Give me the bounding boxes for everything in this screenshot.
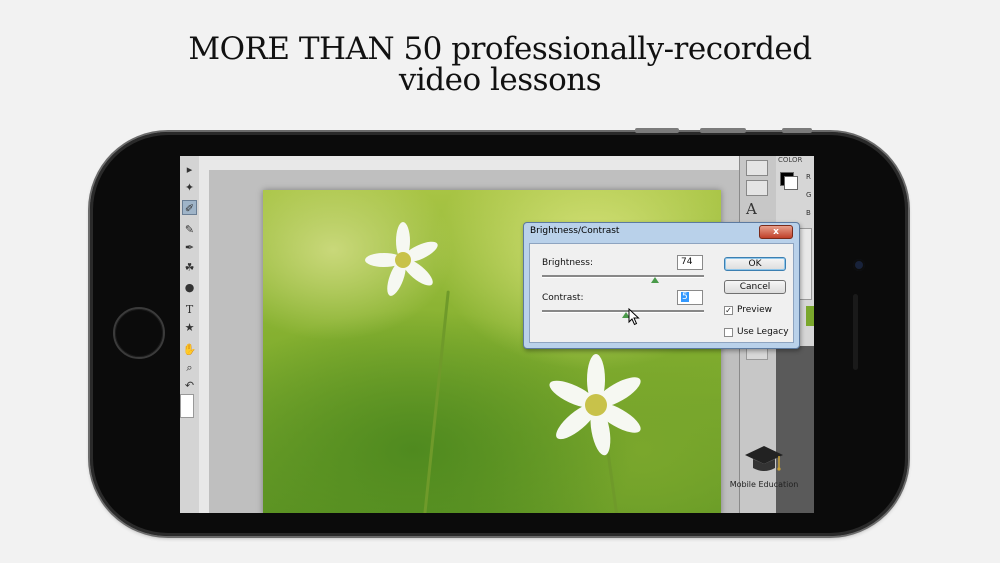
preview-label: Preview [737,305,773,315]
pencil-tool-icon[interactable]: ✒ [182,240,197,255]
zoom-tool-icon[interactable]: ⌕ [182,360,197,375]
brightness-contrast-dialog: Brightness/Contrast x Brightness: 74 Con… [523,222,800,349]
use-legacy-checkbox[interactable] [724,328,733,337]
home-button[interactable] [113,307,165,359]
mouse-cursor-icon [628,308,640,326]
foreground-color-swatch[interactable] [784,176,798,190]
hand-tool-icon[interactable]: ✋ [182,342,197,357]
brightness-slider-track[interactable] [542,275,704,278]
contrast-value: 5 [681,292,689,302]
channel-r-label: R [806,173,811,181]
shape-tool-icon[interactable]: ★ [182,320,197,335]
eyedropper-tool-icon[interactable]: ✐ [182,200,197,215]
type-tool-icon[interactable]: T [182,302,197,317]
horizontal-ruler [199,156,739,171]
preview-checkbox[interactable]: ✓ [724,306,733,315]
graduation-cap-icon [745,446,783,471]
photoshop-toolbar: ▸ ✦ ✐ ✎ ✒ ☘ ● T ★ ✋ ⌕ ↶ [180,156,200,513]
dialog-body: Brightness: 74 Contrast: 5 OK Cancel ✓ P… [529,243,794,343]
volume-up-button [635,128,679,133]
brightness-field[interactable]: 74 [677,255,703,270]
paint-bucket-tool-icon[interactable]: ☘ [182,260,197,275]
headline: MORE THAN 50 professionally-recorded vid… [0,34,1000,96]
ok-button[interactable]: OK [724,257,786,271]
burn-tool-icon[interactable]: ● [182,280,197,295]
power-button [782,128,812,133]
move-tool-icon[interactable]: ▸ [182,162,197,177]
magic-wand-tool-icon[interactable]: ✦ [182,180,197,195]
brightness-label: Brightness: [542,258,593,268]
volume-down-button [700,128,746,133]
contrast-field[interactable]: 5 [677,290,703,305]
brightness-slider-thumb[interactable] [651,277,660,283]
layer-thumbnail[interactable] [806,306,814,326]
white-flower [541,350,651,460]
channel-g-label: G [806,191,812,199]
brush-tool-icon[interactable]: ✎ [182,222,197,237]
swap-colors-icon[interactable]: ↶ [182,378,197,393]
flower-stem [423,290,450,513]
cancel-button[interactable]: Cancel [724,280,786,294]
white-flower [363,220,443,300]
close-button[interactable]: x [759,225,793,239]
use-legacy-label: Use Legacy [737,327,789,337]
logo-text: Mobile Education [729,480,799,489]
character-panel-icon[interactable]: A [746,200,757,218]
panel-icon[interactable] [746,180,768,196]
speaker-grille [853,294,858,370]
phone-screen: ▸ ✦ ✐ ✎ ✒ ☘ ● T ★ ✋ ⌕ ↶ A COLOR R G B Mo… [180,156,814,513]
camera-icon [853,259,865,271]
headline-line-2: video lessons [398,62,602,98]
channel-b-label: B [806,209,811,217]
contrast-label: Contrast: [542,293,584,303]
dialog-title: Brightness/Contrast [530,226,620,236]
panel-icon[interactable] [746,160,768,176]
headline-line-1: MORE THAN 50 professionally-recorded [188,31,812,67]
color-panel-label: COLOR [778,156,803,164]
mobile-education-logo: Mobile Education [725,444,803,489]
color-swatch-box[interactable] [180,394,194,418]
